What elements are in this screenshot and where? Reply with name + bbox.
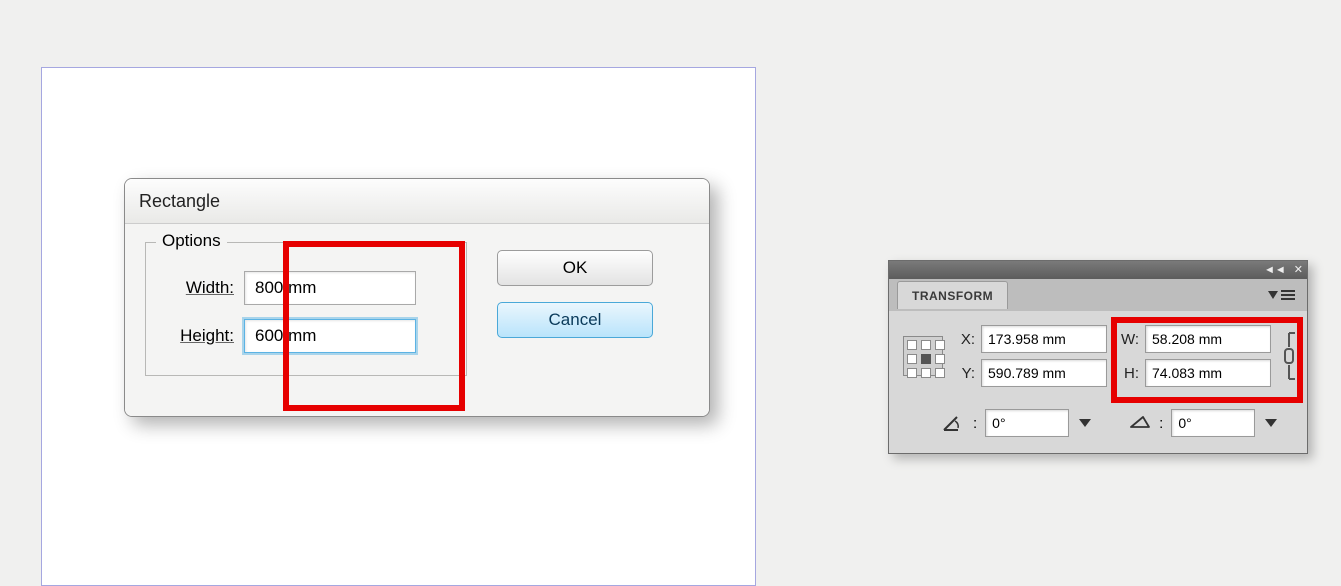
- width-label: Width:: [164, 278, 234, 298]
- height-input[interactable]: 600 mm: [244, 319, 416, 353]
- dialog-title: Rectangle: [125, 179, 709, 224]
- h-input[interactable]: 74.083 mm: [1145, 359, 1271, 387]
- tab-transform[interactable]: TRANSFORM: [897, 281, 1008, 309]
- rotate-input[interactable]: 0°: [985, 409, 1069, 437]
- y-input[interactable]: 590.789 mm: [981, 359, 1107, 387]
- panel-titlebar: ◄◄ ✕: [889, 261, 1307, 279]
- w-label: W:: [1117, 331, 1139, 348]
- cancel-button[interactable]: Cancel: [497, 302, 653, 338]
- x-label: X:: [953, 331, 975, 348]
- shear-dropdown[interactable]: [1263, 415, 1279, 431]
- h-label: H:: [1117, 365, 1139, 382]
- rotate-icon: [943, 413, 965, 434]
- panel-collapse-icon[interactable]: ◄◄: [1264, 265, 1286, 276]
- x-input[interactable]: 173.958 mm: [981, 325, 1107, 353]
- shear-input[interactable]: 0°: [1171, 409, 1255, 437]
- panel-menu-button[interactable]: [1268, 290, 1299, 300]
- reference-point-grid[interactable]: [903, 336, 943, 376]
- shear-icon: [1129, 415, 1151, 432]
- ok-button[interactable]: OK: [497, 250, 653, 286]
- link-wh-icon[interactable]: [1281, 326, 1297, 386]
- width-input[interactable]: 800 mm: [244, 271, 416, 305]
- panel-close-icon[interactable]: ✕: [1294, 265, 1303, 276]
- y-label: Y:: [953, 365, 975, 382]
- rotate-dropdown[interactable]: [1077, 415, 1093, 431]
- options-legend: Options: [156, 231, 227, 251]
- options-fieldset: Options Width: 800 mm Height: 600 mm: [145, 242, 467, 376]
- height-label: Height:: [164, 326, 234, 346]
- w-input[interactable]: 58.208 mm: [1145, 325, 1271, 353]
- transform-panel: ◄◄ ✕ TRANSFORM X: 173.958 mm Y: 590.: [888, 260, 1308, 454]
- rectangle-dialog: Rectangle Options Width: 800 mm Height: …: [124, 178, 710, 417]
